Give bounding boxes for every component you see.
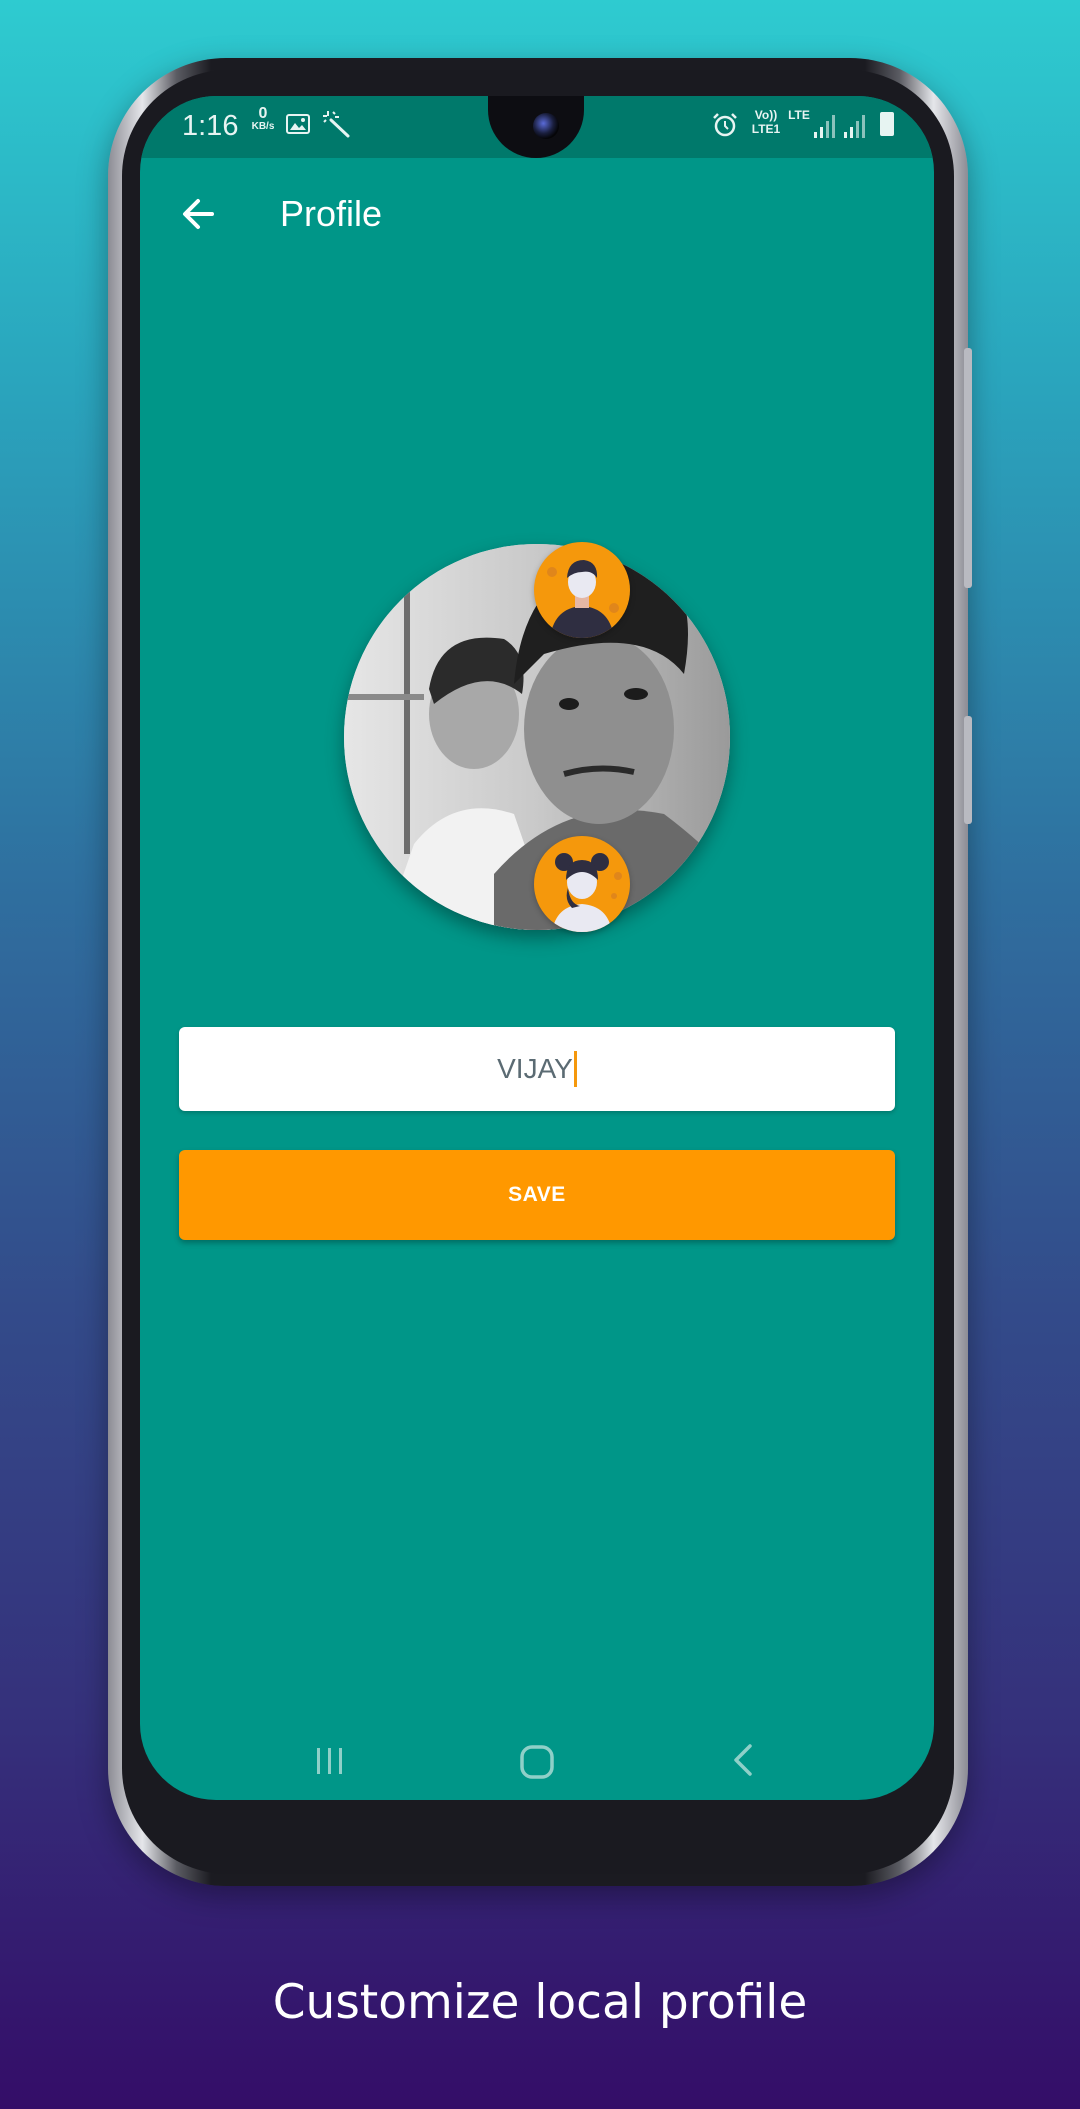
network-speed-unit: KB/s [251, 121, 275, 132]
front-camera [533, 113, 559, 139]
text-cursor [573, 1051, 577, 1087]
arrow-left-icon[interactable] [168, 182, 232, 246]
signal-icon [814, 115, 835, 138]
status-time: 1:16 [182, 110, 239, 142]
male-avatar-icon [547, 560, 619, 638]
lte-indicator: LTE [788, 108, 810, 122]
network-speed: 0 KB/s [246, 106, 280, 132]
volume-button [964, 348, 972, 588]
power-button [964, 716, 972, 824]
recents-icon[interactable] [310, 1740, 350, 1780]
volte-label-top: Vo)) [754, 108, 778, 122]
signal-icon [844, 115, 865, 138]
battery-icon [880, 112, 894, 136]
male-avatar-option[interactable] [534, 542, 630, 638]
magic-wand-icon [323, 111, 350, 138]
alarm-icon [713, 113, 737, 137]
volte-label-bottom: LTE1 [751, 122, 781, 136]
name-input[interactable]: VIJAY [179, 1027, 895, 1111]
image-icon [286, 114, 310, 134]
app-screen: 1:16 0 KB/s Vo)) LTE1 LTE Profile VIJAY … [140, 96, 934, 1800]
network-speed-value: 0 [258, 105, 268, 122]
volte-indicator: Vo)) LTE1 [748, 108, 784, 136]
female-avatar-icon [552, 853, 622, 932]
page-title: Profile [280, 193, 383, 234]
name-input-value: VIJAY [497, 1053, 573, 1084]
back-icon[interactable] [728, 1740, 758, 1780]
system-nav-bar [140, 1734, 934, 1800]
save-button[interactable]: SAVE [179, 1150, 895, 1240]
female-avatar-option[interactable] [534, 836, 630, 932]
marketing-caption: Customize local profile [272, 1975, 808, 2030]
home-icon[interactable] [515, 1740, 559, 1784]
app-bar: Profile [140, 158, 934, 270]
